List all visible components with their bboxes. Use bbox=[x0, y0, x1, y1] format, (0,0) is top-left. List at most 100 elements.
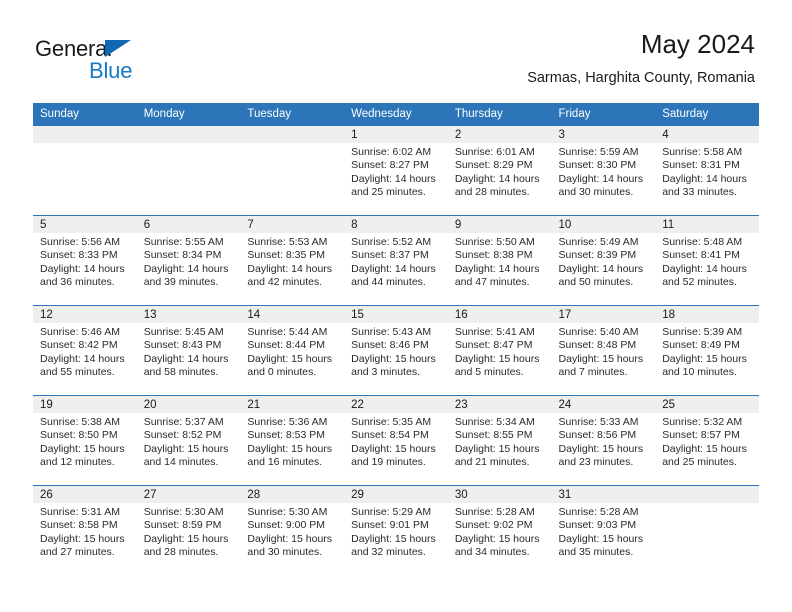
sunset-text: Sunset: 8:38 PM bbox=[454, 249, 533, 262]
daylight-text-line2: and 36 minutes. bbox=[40, 276, 115, 289]
daylight-text-line1: Daylight: 14 hours bbox=[351, 172, 436, 185]
day-details: Sunrise: 5:35 AM Sunset: 8:54 PM Daylight:… bbox=[344, 413, 448, 470]
calendar-day-cell[interactable]: 7 Sunrise: 5:53 AM Sunset: 8:35 PM Daylight… bbox=[240, 215, 345, 306]
sunrise-text: Sunrise: 5:31 AM bbox=[40, 506, 120, 518]
calendar-day-cell[interactable]: 16 Sunrise: 5:41 AM Sunset: 8:47 PM Dayligh… bbox=[447, 305, 552, 396]
calendar-day-cell[interactable]: 4 Sunrise: 5:58 AM Sunset: 8:31 PM Daylight… bbox=[655, 126, 759, 216]
daylight-text-line2: and 33 minutes. bbox=[662, 186, 737, 199]
sunrise-text: Sunrise: 5:44 AM bbox=[247, 326, 328, 338]
daylight-text-line2: and 27 minutes. bbox=[40, 546, 115, 559]
sunrise-text: Sunrise: 5:30 AM bbox=[143, 506, 224, 518]
sunrise-text: Sunrise: 5:56 AM bbox=[40, 236, 120, 248]
day-details: Sunrise: 5:37 AM Sunset: 8:52 PM Daylight:… bbox=[137, 413, 241, 470]
daylight-text-line1: Daylight: 14 hours bbox=[662, 172, 747, 185]
sunrise-text: Sunrise: 6:02 AM bbox=[351, 146, 432, 158]
day-details: Sunrise: 5:29 AM Sunset: 9:01 PM Daylight:… bbox=[344, 503, 448, 560]
sunrise-text: Sunrise: 5:45 AM bbox=[143, 326, 224, 338]
sunset-text: Sunset: 8:29 PM bbox=[454, 159, 533, 172]
daylight-text-line2: and 58 minutes. bbox=[143, 366, 219, 379]
calendar-day-cell[interactable]: 17 Sunrise: 5:40 AM Sunset: 8:48 PM Dayligh… bbox=[551, 305, 656, 396]
daylight-text-line2: and 34 minutes. bbox=[454, 546, 530, 559]
day-details: Sunrise: 5:52 AM Sunset: 8:37 PM Daylight:… bbox=[344, 233, 448, 290]
sunset-text: Sunset: 9:02 PM bbox=[454, 519, 533, 532]
day-details: Sunrise: 5:33 AM Sunset: 8:56 PM Daylight:… bbox=[552, 413, 656, 470]
daylight-text-line1: Daylight: 15 hours bbox=[351, 532, 436, 545]
calendar-day-cell[interactable]: 1 Sunrise: 6:02 AM Sunset: 8:27 PM Daylight… bbox=[344, 126, 448, 216]
daylight-text-line1: Daylight: 15 hours bbox=[454, 352, 540, 365]
sunrise-text: Sunrise: 5:29 AM bbox=[351, 506, 432, 518]
weekday-header-thursday: Thursday bbox=[447, 103, 552, 126]
calendar-day-cell[interactable]: 18 Sunrise: 5:39 AM Sunset: 8:49 PM Dayligh… bbox=[655, 305, 759, 396]
daylight-text-line1: Daylight: 15 hours bbox=[454, 442, 540, 455]
calendar-day-cell[interactable]: 31 Sunrise: 5:28 AM Sunset: 9:03 PM Dayligh… bbox=[551, 485, 656, 575]
daylight-text-line1: Daylight: 14 hours bbox=[351, 262, 436, 275]
daylight-text-line1: Daylight: 15 hours bbox=[247, 352, 333, 365]
sunrise-text: Sunrise: 5:50 AM bbox=[454, 236, 535, 248]
calendar-day-cell[interactable]: 12 Sunrise: 5:46 AM Sunset: 8:42 PM Dayligh… bbox=[33, 305, 137, 396]
calendar-day-cell[interactable]: 2 Sunrise: 6:01 AM Sunset: 8:29 PM Daylight… bbox=[447, 126, 552, 216]
calendar-day-cell[interactable]: 8 Sunrise: 5:52 AM Sunset: 8:37 PM Daylight… bbox=[344, 215, 448, 306]
day-details: Sunrise: 5:48 AM Sunset: 8:41 PM Daylight:… bbox=[655, 233, 759, 290]
calendar-day-cell[interactable]: 11 Sunrise: 5:48 AM Sunset: 8:41 PM Dayligh… bbox=[655, 215, 759, 306]
day-number: 27 bbox=[136, 486, 241, 503]
sunrise-text: Sunrise: 5:33 AM bbox=[558, 416, 639, 428]
calendar-day-cell[interactable]: 19 Sunrise: 5:38 AM Sunset: 8:50 PM Dayligh… bbox=[33, 395, 137, 486]
triangle-icon bbox=[105, 40, 131, 57]
sunrise-text: Sunrise: 5:40 AM bbox=[558, 326, 639, 338]
sunrise-text: Sunrise: 5:48 AM bbox=[662, 236, 743, 248]
calendar-week-row: 26 Sunrise: 5:31 AM Sunset: 8:58 PM Dayligh… bbox=[33, 485, 759, 575]
day-details: Sunrise: 5:46 AM Sunset: 8:42 PM Daylight:… bbox=[33, 323, 137, 380]
day-details: Sunrise: 5:39 AM Sunset: 8:49 PM Daylight:… bbox=[655, 323, 759, 380]
sunrise-text: Sunrise: 5:55 AM bbox=[143, 236, 224, 248]
calendar-week-row: 1 Sunrise: 6:02 AM Sunset: 8:27 PM Daylight… bbox=[33, 126, 759, 216]
sunrise-text: Sunrise: 5:32 AM bbox=[662, 416, 743, 428]
calendar-day-cell[interactable]: 24 Sunrise: 5:33 AM Sunset: 8:56 PM Dayligh… bbox=[551, 395, 656, 486]
calendar-day-cell[interactable]: 21 Sunrise: 5:36 AM Sunset: 8:53 PM Dayligh… bbox=[240, 395, 345, 486]
daylight-text-line2: and 16 minutes. bbox=[247, 456, 323, 469]
calendar-day-cell[interactable]: 29 Sunrise: 5:29 AM Sunset: 9:01 PM Dayligh… bbox=[344, 485, 448, 575]
calendar-day-cell[interactable]: 9 Sunrise: 5:50 AM Sunset: 8:38 PM Daylight… bbox=[447, 215, 552, 306]
sunset-text: Sunset: 8:53 PM bbox=[247, 429, 326, 442]
sunrise-text: Sunrise: 5:43 AM bbox=[351, 326, 432, 338]
calendar-day-cell[interactable]: 13 Sunrise: 5:45 AM Sunset: 8:43 PM Dayligh… bbox=[136, 305, 241, 396]
calendar-day-cell[interactable]: 14 Sunrise: 5:44 AM Sunset: 8:44 PM Dayligh… bbox=[240, 305, 345, 396]
day-number: 7 bbox=[240, 216, 345, 233]
calendar-day-cell[interactable]: 27 Sunrise: 5:30 AM Sunset: 8:59 PM Dayligh… bbox=[136, 485, 241, 575]
brand-logo[interactable]: General Blue bbox=[35, 36, 235, 88]
calendar-day-cell[interactable]: 15 Sunrise: 5:43 AM Sunset: 8:46 PM Dayligh… bbox=[344, 305, 448, 396]
calendar-day-cell[interactable]: 10 Sunrise: 5:49 AM Sunset: 8:39 PM Dayligh… bbox=[551, 215, 656, 306]
calendar-day-cell[interactable]: 5 Sunrise: 5:56 AM Sunset: 8:33 PM Daylight… bbox=[33, 215, 137, 306]
day-number: 19 bbox=[33, 396, 137, 413]
sunset-text: Sunset: 8:44 PM bbox=[247, 339, 326, 352]
sunrise-text: Sunrise: 5:59 AM bbox=[558, 146, 639, 158]
daylight-text-line2: and 55 minutes. bbox=[40, 366, 115, 379]
calendar-day-cell-empty bbox=[240, 126, 345, 216]
calendar-day-cell[interactable]: 30 Sunrise: 5:28 AM Sunset: 9:02 PM Dayligh… bbox=[447, 485, 552, 575]
daylight-text-line1: Daylight: 15 hours bbox=[454, 532, 540, 545]
calendar-day-cell[interactable]: 26 Sunrise: 5:31 AM Sunset: 8:58 PM Dayligh… bbox=[33, 485, 137, 575]
day-number: 16 bbox=[447, 306, 552, 323]
day-number bbox=[240, 126, 345, 143]
day-number: 14 bbox=[240, 306, 345, 323]
brand-name-blue: Blue bbox=[89, 58, 133, 83]
page-title: May 2024 bbox=[640, 29, 755, 59]
daylight-text-line2: and 52 minutes. bbox=[662, 276, 737, 289]
daylight-text-line2: and 3 minutes. bbox=[351, 366, 420, 379]
calendar-week-row: 19 Sunrise: 5:38 AM Sunset: 8:50 PM Dayligh… bbox=[33, 395, 759, 486]
calendar-day-cell[interactable]: 6 Sunrise: 5:55 AM Sunset: 8:34 PM Daylight… bbox=[136, 215, 241, 306]
calendar-day-cell[interactable]: 3 Sunrise: 5:59 AM Sunset: 8:30 PM Daylight… bbox=[551, 126, 656, 216]
calendar-day-cell[interactable]: 23 Sunrise: 5:34 AM Sunset: 8:55 PM Dayligh… bbox=[447, 395, 552, 486]
daylight-text-line1: Daylight: 15 hours bbox=[40, 532, 125, 545]
daylight-text-line1: Daylight: 14 hours bbox=[454, 172, 540, 185]
calendar-day-cell[interactable]: 28 Sunrise: 5:30 AM Sunset: 9:00 PM Dayligh… bbox=[240, 485, 345, 575]
day-details: Sunrise: 5:43 AM Sunset: 8:46 PM Daylight:… bbox=[344, 323, 448, 380]
sunset-text: Sunset: 8:54 PM bbox=[351, 429, 429, 442]
calendar-day-cell[interactable]: 20 Sunrise: 5:37 AM Sunset: 8:52 PM Dayligh… bbox=[136, 395, 241, 486]
calendar-day-cell[interactable]: 22 Sunrise: 5:35 AM Sunset: 8:54 PM Dayligh… bbox=[344, 395, 448, 486]
daylight-text-line1: Daylight: 14 hours bbox=[247, 262, 333, 275]
day-number: 3 bbox=[551, 126, 656, 143]
day-details: Sunrise: 5:49 AM Sunset: 8:39 PM Daylight:… bbox=[552, 233, 656, 290]
sunset-text: Sunset: 8:30 PM bbox=[558, 159, 637, 172]
calendar-day-cell[interactable]: 25 Sunrise: 5:32 AM Sunset: 8:57 PM Dayligh… bbox=[655, 395, 759, 486]
day-number: 24 bbox=[551, 396, 656, 413]
